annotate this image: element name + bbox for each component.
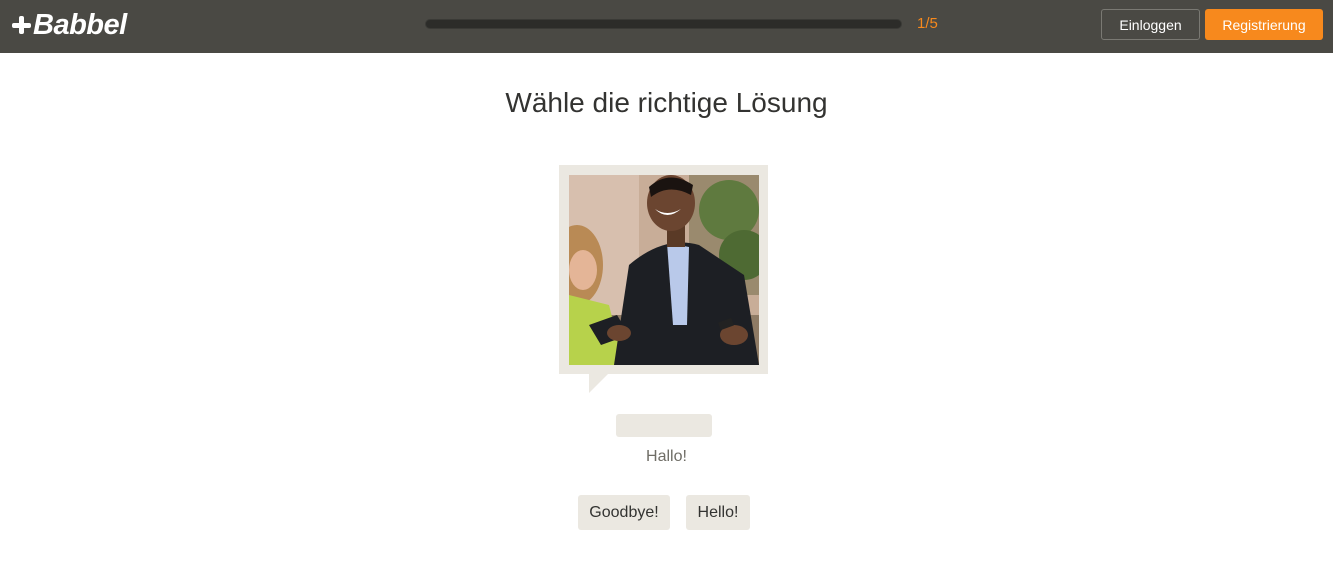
top-bar: Babbel 1/5 Einloggen Registrierung <box>0 0 1333 53</box>
photo-card <box>559 165 768 374</box>
exercise-instruction: Wähle die richtige Lösung <box>505 87 828 118</box>
babbel-logo[interactable]: Babbel <box>12 7 127 43</box>
handshake-photo <box>569 175 759 365</box>
translation-text: Hallo! <box>646 448 687 465</box>
speech-bubble-tail <box>589 374 608 393</box>
lesson-progress-bar <box>425 19 902 29</box>
register-button[interactable]: Registrierung <box>1205 9 1323 40</box>
choice-goodbye-button[interactable]: Goodbye! <box>578 495 670 530</box>
logo-text: Babbel <box>33 8 127 41</box>
login-button[interactable]: Einloggen <box>1101 9 1200 40</box>
progress-counter: 1/5 <box>917 15 938 32</box>
choice-hello-button[interactable]: Hello! <box>686 495 750 530</box>
plus-icon <box>12 15 32 35</box>
answer-drop-slot[interactable] <box>616 414 712 437</box>
